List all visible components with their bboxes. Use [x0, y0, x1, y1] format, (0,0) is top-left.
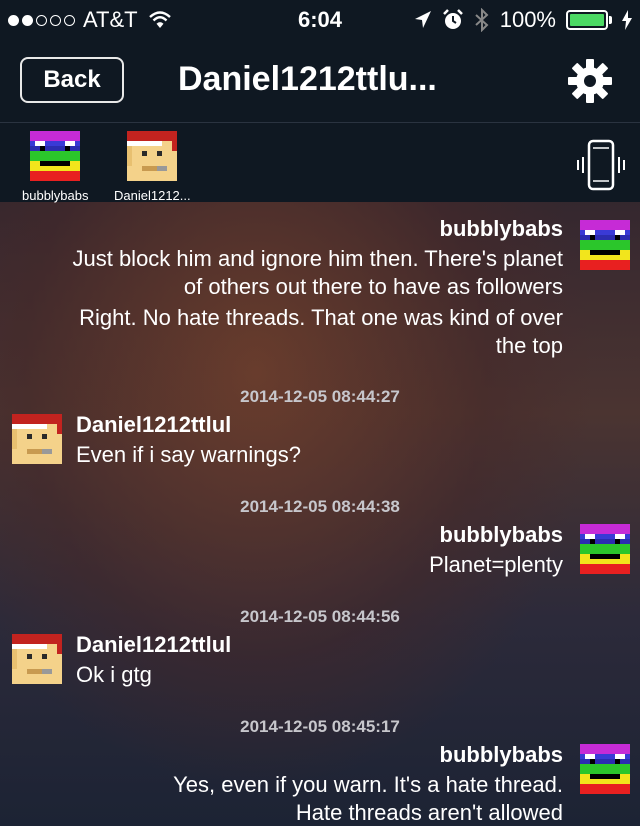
message-timestamp: 2014-12-05 08:45:17	[240, 717, 400, 736]
message-sender: bubblybabs	[439, 522, 563, 547]
message-sender: Daniel1212ttlul	[76, 412, 232, 437]
conversation-title: Daniel1212ttlu...	[178, 60, 437, 98]
participant-name: bubblybabs	[22, 188, 89, 203]
battery-icon	[566, 10, 612, 30]
participant-name: Daniel1212...	[114, 188, 191, 203]
message-timestamp: 2014-12-05 08:44:56	[240, 607, 400, 626]
message-text: Just block him and ignore him then. Ther…	[72, 246, 563, 299]
rainbow-avatar-icon	[580, 524, 630, 574]
location-arrow-icon	[414, 11, 431, 28]
santa-hat-avatar-icon	[12, 634, 62, 684]
rainbow-avatar-icon	[580, 220, 630, 270]
message-timestamp: 2014-12-05 08:44:27	[240, 387, 400, 406]
rainbow-avatar-icon	[30, 131, 81, 181]
message-sender: Daniel1212ttlul	[76, 632, 232, 657]
message-sender: bubblybabs	[439, 742, 563, 767]
message-sender: bubblybabs	[439, 216, 563, 241]
santa-hat-avatar-icon	[127, 131, 178, 181]
battery-percent: 100%	[499, 7, 556, 32]
santa-hat-avatar-icon	[12, 414, 62, 464]
charging-bolt-icon	[622, 10, 632, 30]
message-text: Ok i gtg	[76, 662, 152, 687]
back-button[interactable]: Back	[20, 57, 124, 103]
message-text: Even if i say warnings?	[76, 442, 301, 467]
gear-icon[interactable]	[566, 57, 614, 105]
message-text: Yes, even if you warn. It's a hate threa…	[173, 772, 563, 825]
participant-bubblybabs[interactable]: bubblybabs	[22, 131, 89, 203]
status-icons: 100%	[414, 7, 632, 33]
navigation-bar: AT&T 6:04 100% Back Daniel1212ttlu...	[0, 0, 640, 122]
participant-daniel[interactable]: Daniel1212...	[114, 131, 191, 203]
participants-bar: bubblybabs Daniel1212...	[0, 122, 640, 203]
message-list[interactable]: bubblybabs Just block him and ignore him…	[0, 202, 640, 826]
status-bar: AT&T 6:04 100%	[0, 0, 640, 40]
message-timestamp: 2014-12-05 08:44:38	[240, 497, 400, 516]
message-text: Planet=plenty	[429, 552, 563, 577]
rainbow-avatar-icon	[580, 744, 630, 794]
vibrate-phone-icon[interactable]	[576, 139, 626, 193]
bluetooth-icon	[475, 8, 489, 32]
message-text: Right. No hate threads. That one was kin…	[79, 305, 563, 358]
alarm-icon	[442, 9, 463, 29]
